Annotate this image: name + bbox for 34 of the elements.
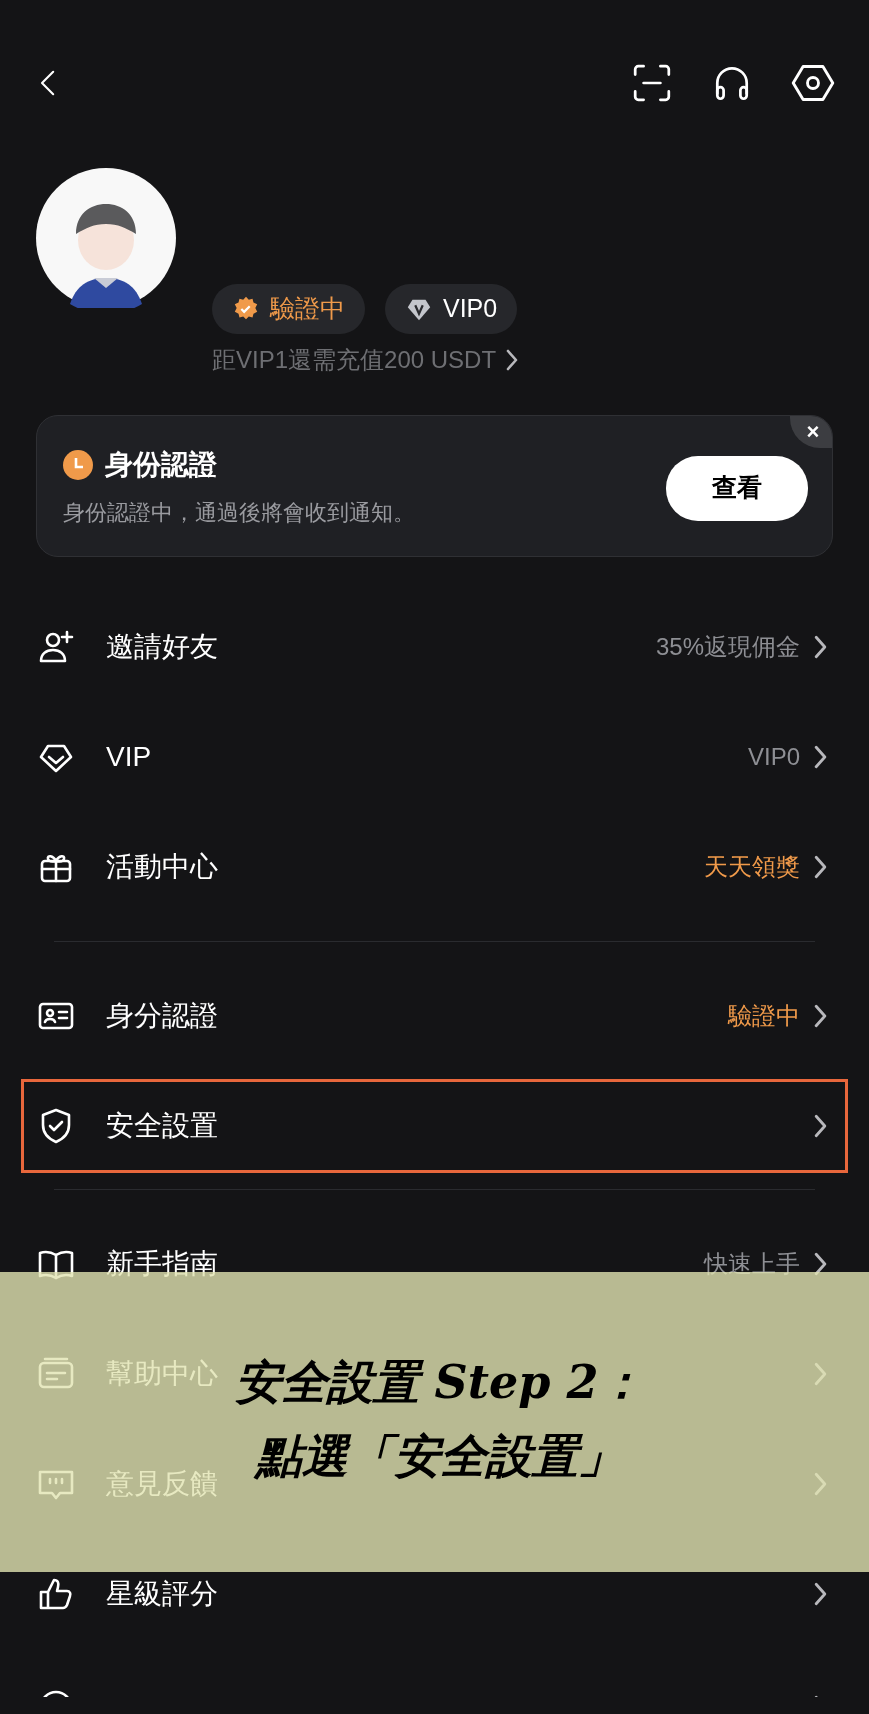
- status-badge[interactable]: 驗證中: [212, 284, 365, 334]
- menu-label: 身分認證: [106, 999, 218, 1033]
- caption-text: 點選「安全設置」: [255, 1428, 624, 1485]
- menu-value: 天天領獎: [704, 852, 800, 882]
- menu-label: 邀請好友: [106, 630, 218, 664]
- chevron-right-icon: [814, 855, 827, 879]
- menu-label: 星級評分: [106, 1577, 218, 1611]
- notice-title: 身份認證: [105, 447, 217, 482]
- chevron-right-icon: [506, 349, 519, 371]
- menu-value: VIP0: [747, 742, 800, 772]
- caption-text: 安全設置 Step 2：: [234, 1354, 645, 1411]
- notice-message: 身份認證中，通過後將會收到通知。: [63, 498, 415, 527]
- chevron-right-icon: [814, 1114, 827, 1138]
- menu-value: 35%返現佣金: [655, 632, 800, 662]
- menu-value: 快速上手: [704, 1249, 800, 1279]
- menu-label: 活動中心: [106, 850, 218, 884]
- menu-label: VIP: [106, 740, 152, 774]
- vip-progress-link[interactable]: 距VIP1還需充值200 USDT: [212, 342, 519, 378]
- badge-label: VIP0: [443, 293, 498, 325]
- badge-label: 驗證中: [270, 293, 345, 325]
- menu-label: 新手指南: [106, 1247, 218, 1281]
- menu-value: 驗證中: [728, 1001, 800, 1031]
- view-button[interactable]: 查看: [666, 455, 808, 521]
- chevron-right-icon: [814, 1582, 827, 1606]
- menu-label: 安全設置: [106, 1109, 218, 1143]
- close-button[interactable]: ×: [790, 416, 832, 448]
- clock-icon: [63, 449, 93, 480]
- chevron-right-icon: [814, 635, 827, 659]
- scan-icon: [631, 62, 673, 104]
- highlighted-menu-item[interactable]: 安全設置: [24, 1082, 845, 1170]
- vip-badge[interactable]: VIP0: [385, 284, 518, 334]
- chevron-right-icon: [814, 745, 827, 769]
- scan-button[interactable]: [631, 62, 673, 104]
- chevron-right-icon: [814, 1004, 827, 1028]
